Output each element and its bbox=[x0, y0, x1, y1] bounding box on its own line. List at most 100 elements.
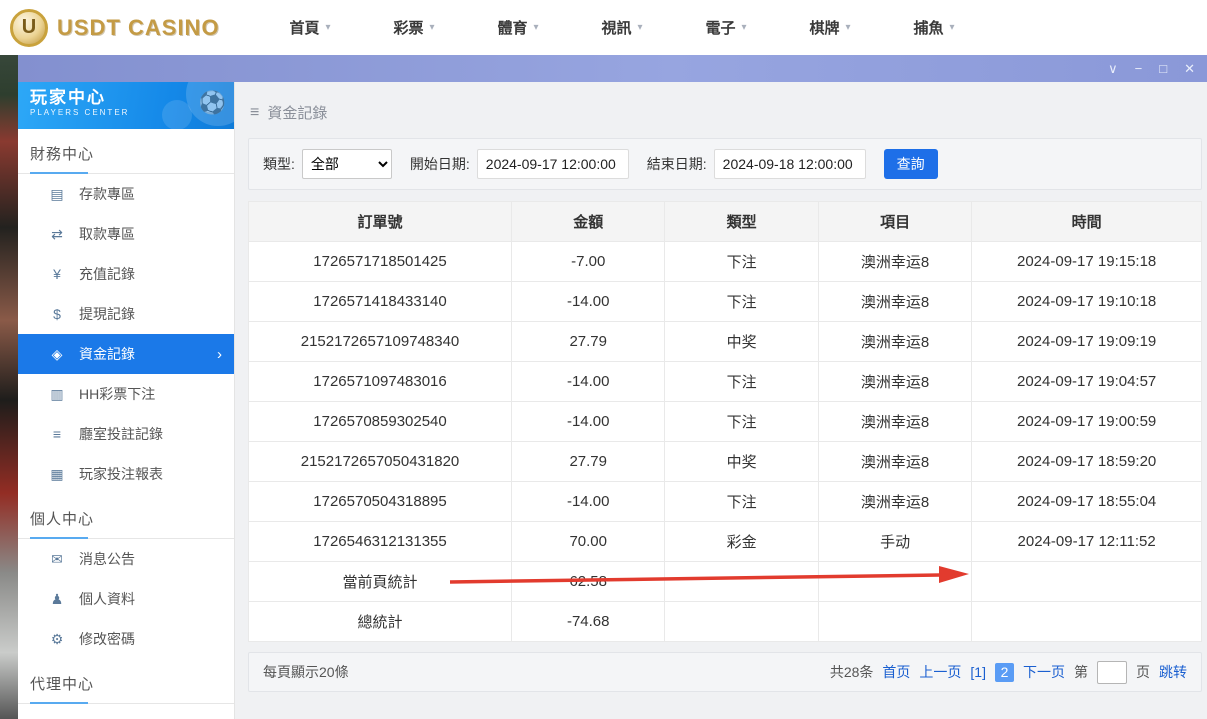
window-collapse-icon[interactable]: ∨ bbox=[1108, 62, 1118, 75]
profile-icon: ♟ bbox=[48, 591, 66, 608]
col-amount: 金額 bbox=[512, 202, 665, 242]
summary-row: 當前頁統計62.58 bbox=[249, 562, 1202, 602]
table-row: 1726570859302540-14.00下注澳洲幸运82024-09-17 … bbox=[249, 402, 1202, 442]
next-page-link[interactable]: 下一页 bbox=[1023, 662, 1065, 682]
nav-item-fishing[interactable]: 捕魚▾ bbox=[882, 0, 986, 55]
usdt-logo-icon: U bbox=[10, 9, 48, 47]
sidebar-item-bet-report[interactable]: ▦ 玩家投注報表 bbox=[18, 454, 234, 494]
table-cell: 下注 bbox=[665, 362, 818, 402]
nav-item-slots[interactable]: 電子 ▾ bbox=[674, 0, 778, 55]
app-body: ⚽ 玩家中心 PLAYERS CENTER 財務中心 ▤ 存款專區 ⇄ 取款專區… bbox=[18, 82, 1207, 719]
players-center-banner: ⚽ 玩家中心 PLAYERS CENTER bbox=[18, 82, 234, 129]
sidebar-item-hh-lottery-bet[interactable]: ▥ HH彩票下注 bbox=[18, 374, 234, 414]
table-cell: 1726546312131355 bbox=[249, 522, 512, 562]
table-cell: 1726570859302540 bbox=[249, 402, 512, 442]
table-cell: 2152172657109748340 bbox=[249, 322, 512, 362]
app-window: ∨ − □ ✕ ⚽ 玩家中心 PLAYERS CENTER 財務中心 ▤ 存款專… bbox=[18, 55, 1207, 719]
first-page-link[interactable]: 首页 bbox=[882, 662, 910, 682]
end-date-input[interactable] bbox=[714, 149, 866, 179]
funds-table-wrap: 訂單號 金額 類型 項目 時間 1726571718501425-7.00下注澳… bbox=[248, 201, 1202, 642]
sidebar-item-label: 取款專區 bbox=[79, 224, 135, 244]
table-cell: 2024-09-17 19:00:59 bbox=[972, 402, 1202, 442]
sidebar-item-announcements[interactable]: ✉ 消息公告 bbox=[18, 539, 234, 579]
start-date-input[interactable] bbox=[477, 149, 629, 179]
table-cell: 澳洲幸运8 bbox=[818, 322, 971, 362]
table-cell: -14.00 bbox=[512, 482, 665, 522]
table-cell: 下注 bbox=[665, 482, 818, 522]
sidebar: ⚽ 玩家中心 PLAYERS CENTER 財務中心 ▤ 存款專區 ⇄ 取款專區… bbox=[18, 82, 235, 719]
type-select[interactable]: 全部 bbox=[302, 149, 392, 179]
jump-suffix: 页 bbox=[1136, 662, 1150, 682]
table-cell bbox=[972, 562, 1202, 602]
sidebar-item-change-password[interactable]: ⚙ 修改密碼 bbox=[18, 619, 234, 659]
nav-label: 捕魚 bbox=[913, 17, 943, 38]
table-cell: 1726571718501425 bbox=[249, 242, 512, 282]
table-cell: 1726571097483016 bbox=[249, 362, 512, 402]
prev-page-link[interactable]: 上一页 bbox=[919, 662, 961, 682]
sidebar-item-label: 提現記錄 bbox=[79, 304, 135, 324]
table-row: 215217265710974834027.79中奖澳洲幸运82024-09-1… bbox=[249, 322, 1202, 362]
sidebar-item-deposit[interactable]: ▤ 存款專區 bbox=[18, 174, 234, 214]
table-cell: -14.00 bbox=[512, 362, 665, 402]
table-cell: 澳洲幸运8 bbox=[818, 282, 971, 322]
background-photo-strip bbox=[0, 55, 18, 719]
sidebar-item-recharge-records[interactable]: ¥ 充值記錄 bbox=[18, 254, 234, 294]
table-cell: 1726571418433140 bbox=[249, 282, 512, 322]
nav-item-lottery[interactable]: 彩票▾ bbox=[362, 0, 466, 55]
nav-label: 首頁 bbox=[289, 17, 319, 38]
section-personal-center: 個人中心 bbox=[18, 494, 234, 539]
jump-button[interactable]: 跳转 bbox=[1159, 662, 1187, 682]
site-header: U USDT CASINO 首頁▾ 彩票▾ 體育▾ 視訊▾ 電子 ▾ 棋牌▾ 捕魚… bbox=[0, 0, 1207, 55]
window-maximize-button[interactable]: □ bbox=[1159, 62, 1167, 75]
table-cell: -7.00 bbox=[512, 242, 665, 282]
nav-item-sports[interactable]: 體育▾ bbox=[466, 0, 570, 55]
funds-table: 訂單號 金額 類型 項目 時間 1726571718501425-7.00下注澳… bbox=[248, 201, 1202, 642]
table-cell: 中奖 bbox=[665, 322, 818, 362]
sidebar-item-label: 充值記錄 bbox=[79, 264, 135, 284]
window-close-button[interactable]: ✕ bbox=[1184, 62, 1195, 75]
table-cell: 70.00 bbox=[512, 522, 665, 562]
sidebar-item-withdraw[interactable]: ⇄ 取款專區 bbox=[18, 214, 234, 254]
sidebar-item-funds-records[interactable]: ◈ 資金記錄 › bbox=[18, 334, 234, 374]
table-cell: 中奖 bbox=[665, 442, 818, 482]
nav-item-cards[interactable]: 棋牌▾ bbox=[778, 0, 882, 55]
sidebar-item-profile[interactable]: ♟ 個人資料 bbox=[18, 579, 234, 619]
page-1-link[interactable]: [1] bbox=[970, 664, 986, 680]
sidebar-item-cashout-records[interactable]: $ 提現記錄 bbox=[18, 294, 234, 334]
logo: U USDT CASINO bbox=[0, 9, 238, 47]
chevron-down-icon: ▾ bbox=[741, 22, 746, 33]
table-cell: 彩金 bbox=[665, 522, 818, 562]
window-titlebar: ∨ − □ ✕ bbox=[18, 55, 1207, 82]
section-agent-center: 代理中心 bbox=[18, 659, 234, 704]
menu-toggle-icon[interactable]: ≡ bbox=[250, 104, 259, 122]
sidebar-item-label: 玩家投注報表 bbox=[79, 464, 163, 484]
col-time: 時間 bbox=[972, 202, 1202, 242]
page-jump-input[interactable] bbox=[1097, 661, 1127, 684]
nav-item-live[interactable]: 視訊▾ bbox=[570, 0, 674, 55]
table-cell: -74.68 bbox=[512, 602, 665, 642]
table-cell bbox=[818, 602, 971, 642]
password-icon: ⚙ bbox=[48, 631, 66, 648]
table-cell: 澳洲幸运8 bbox=[818, 362, 971, 402]
current-page-badge[interactable]: 2 bbox=[995, 663, 1014, 682]
page-title: 資金記錄 bbox=[267, 102, 327, 123]
breadcrumb: ≡ 資金記錄 bbox=[248, 82, 1202, 138]
sidebar-item-room-bet-records[interactable]: ≡ 廳室投註記錄 bbox=[18, 414, 234, 454]
table-cell: 2024-09-17 18:59:20 bbox=[972, 442, 1202, 482]
pagination-bar: 每頁顯示20條 共28条 首页 上一页 [1] 2 下一页 第 页 跳转 bbox=[248, 652, 1202, 692]
sidebar-item-label: 消息公告 bbox=[79, 549, 135, 569]
main-nav: 首頁▾ 彩票▾ 體育▾ 視訊▾ 電子 ▾ 棋牌▾ 捕魚▾ bbox=[258, 0, 986, 55]
table-row: 1726571718501425-7.00下注澳洲幸运82024-09-17 1… bbox=[249, 242, 1202, 282]
window-minimize-button[interactable]: − bbox=[1135, 62, 1143, 75]
pager: 共28条 首页 上一页 [1] 2 下一页 第 页 跳转 bbox=[830, 661, 1187, 684]
deposit-icon: ▤ bbox=[48, 186, 66, 203]
sidebar-subtitle: PLAYERS CENTER bbox=[30, 108, 222, 117]
search-button[interactable]: 查詢 bbox=[884, 149, 938, 179]
sidebar-item-label: 存款專區 bbox=[79, 184, 135, 204]
chevron-right-icon: › bbox=[217, 346, 222, 363]
table-cell bbox=[665, 602, 818, 642]
nav-label: 電子 bbox=[705, 17, 735, 38]
col-order-number: 訂單號 bbox=[249, 202, 512, 242]
table-cell: 下注 bbox=[665, 242, 818, 282]
nav-item-home[interactable]: 首頁▾ bbox=[258, 0, 362, 55]
